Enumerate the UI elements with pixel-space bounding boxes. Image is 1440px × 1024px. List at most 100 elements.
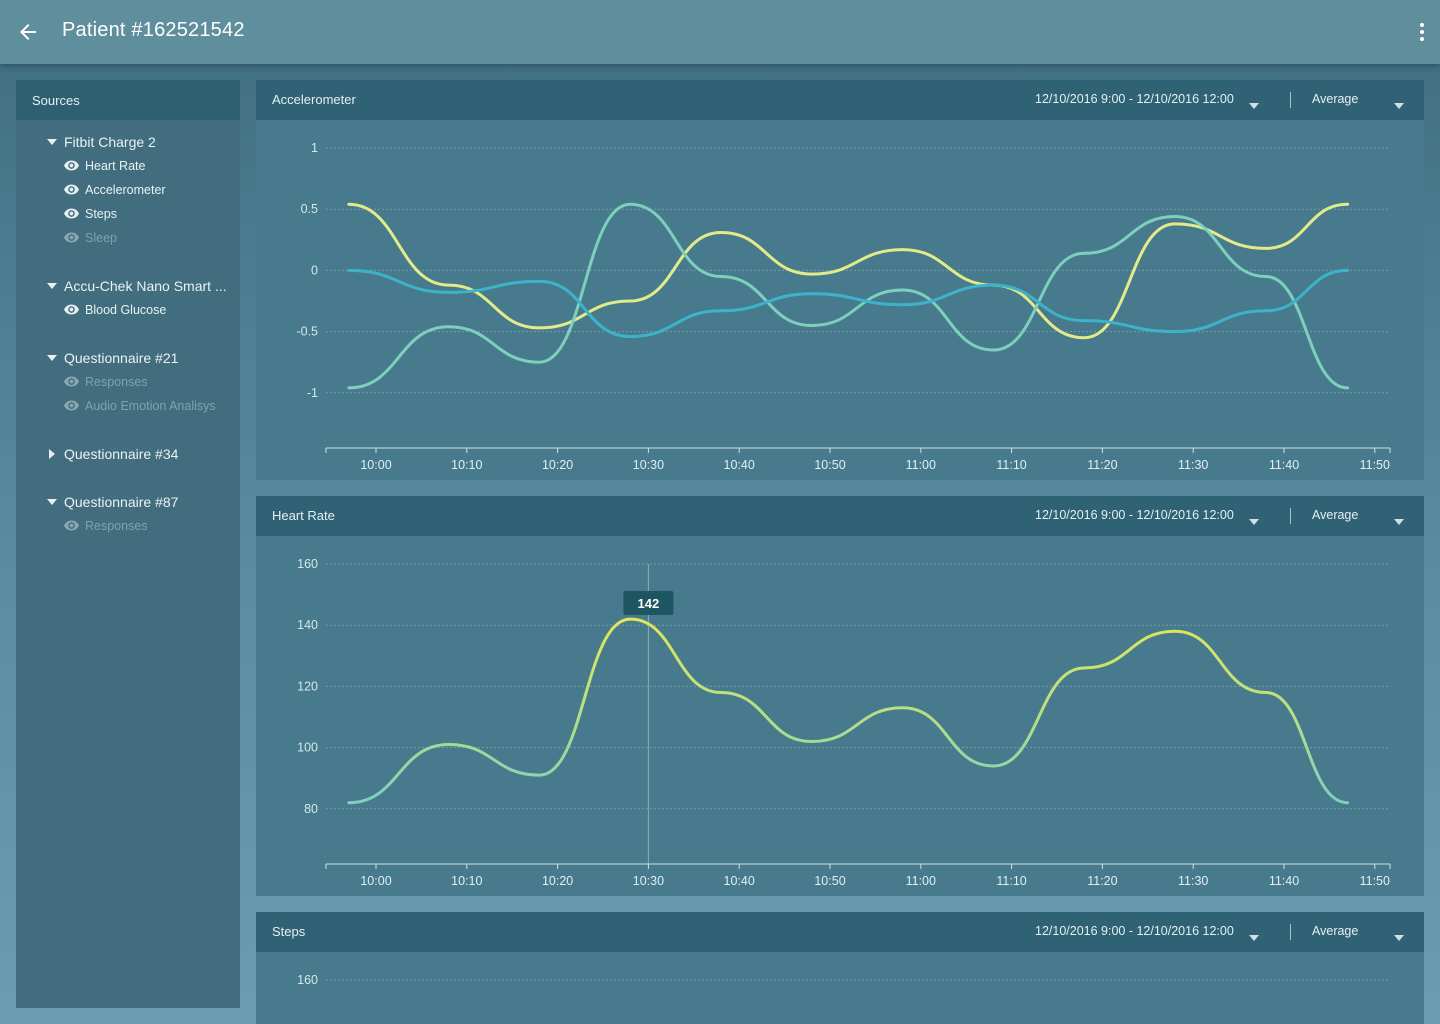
date-range-label: 12/10/2016 9:00 - 12/10/2016 12:00 [1035,508,1234,522]
source-group: Fitbit Charge 2 Heart Rate Accelerometer St… [16,130,240,250]
x-tick-label: 11:20 [1087,458,1117,472]
app-bar: Patient #162521542 [0,0,1440,64]
source-item[interactable]: Heart Rate [16,154,240,178]
series-line [347,268,1350,339]
source-group: Questionnaire #87 Responses [16,490,240,538]
source-item-label: Blood Glucose [85,303,167,317]
source-item-label: Sleep [85,231,117,245]
source-group-header[interactable]: Questionnaire #21 [16,346,240,370]
chart-panel: Heart Rate 12/10/2016 9:00 - 12/10/2016 1… [256,496,1424,896]
y-tick-label: 160 [297,973,318,987]
y-tick-label: 0.5 [301,202,318,216]
aggregation-label: Average [1312,924,1359,938]
y-tick-label: 140 [297,618,318,632]
source-item-label: Responses [85,519,148,533]
panel-header: Steps 12/10/2016 9:00 - 12/10/2016 12:00 A… [256,912,1424,952]
eye-icon[interactable] [64,520,80,532]
aggregation-label: Average [1312,508,1359,522]
x-tick-label: 11:40 [1269,874,1299,888]
x-tick-label: 10:00 [360,874,391,888]
source-item[interactable]: Sleep [16,226,240,250]
sidebar-header: Sources [16,80,240,120]
chart-panel: Accelerometer 12/10/2016 9:00 - 12/10/201… [256,80,1424,480]
source-item-label: Responses [85,375,148,389]
source-group-header[interactable]: Questionnaire #34 [16,442,240,466]
tooltip-label: 142 [638,596,660,611]
eye-icon[interactable] [64,304,80,316]
source-group-header[interactable]: Accu-Chek Nano Smart ... [16,274,240,298]
x-tick-label: 11:10 [996,874,1026,888]
x-tick-label: 11:30 [1178,874,1208,888]
x-tick-label: 11:20 [1087,874,1117,888]
dropdown-caret-icon[interactable] [1394,97,1404,109]
x-tick-label: 11:30 [1178,458,1208,472]
chart-panel: Steps 12/10/2016 9:00 - 12/10/2016 12:00 A… [256,912,1424,1024]
source-item[interactable]: Accelerometer [16,178,240,202]
chart-svg: 160 [297,973,1390,987]
header-divider [1290,92,1291,108]
panel-header: Accelerometer 12/10/2016 9:00 - 12/10/201… [256,80,1424,120]
source-group-header[interactable]: Fitbit Charge 2 [16,130,240,154]
caret-down-icon[interactable] [44,278,60,294]
caret-down-icon[interactable] [44,494,60,510]
x-tick-label: 11:50 [1360,874,1390,888]
y-tick-label: -0.5 [296,325,318,339]
panel-title: Heart Rate [272,508,335,523]
x-tick-label: 10:00 [360,458,391,472]
eye-icon[interactable] [64,184,80,196]
source-item[interactable]: Responses [16,370,240,394]
panel-header: Heart Rate 12/10/2016 9:00 - 12/10/2016 1… [256,496,1424,536]
dropdown-caret-icon[interactable] [1249,929,1259,941]
source-group-label: Questionnaire #34 [64,446,179,462]
x-tick-label: 11:40 [1269,458,1299,472]
eye-icon[interactable] [64,400,80,412]
y-tick-label: 100 [297,741,318,755]
x-tick-label: 10:30 [633,874,664,888]
source-group-label: Fitbit Charge 2 [64,134,156,150]
source-item-label: Steps [85,207,117,221]
dropdown-caret-icon[interactable] [1394,929,1404,941]
source-item-label: Audio Emotion Analisys [85,399,216,413]
caret-down-icon[interactable] [44,134,60,150]
x-tick-label: 10:10 [451,458,482,472]
source-item[interactable]: Responses [16,514,240,538]
x-tick-label: 10:20 [542,874,573,888]
x-tick-label: 10:10 [451,874,482,888]
x-tick-label: 11:10 [996,458,1026,472]
caret-right-icon[interactable] [44,446,60,462]
date-range-label: 12/10/2016 9:00 - 12/10/2016 12:00 [1035,92,1234,106]
panel-title: Steps [272,924,306,939]
header-divider [1290,924,1291,940]
series-line [347,617,1350,805]
x-tick-label: 10:40 [724,874,755,888]
x-tick-label: 11:00 [906,874,936,888]
page-title: Patient #162521542 [62,19,245,41]
source-group-header[interactable]: Questionnaire #87 [16,490,240,514]
chart-svg: 1 0.5 0 -0.5 -1 10:00 10:10 10:20 10:30 10:40 10:5… [296,141,1391,472]
sources-sidebar: Sources Fitbit Charge 2 Heart Rate Acceler… [16,80,240,1008]
x-tick-label: 10:20 [542,458,573,472]
caret-down-icon[interactable] [44,350,60,366]
source-item-label: Heart Rate [85,159,146,173]
source-item[interactable]: Blood Glucose [16,298,240,322]
source-item[interactable]: Steps [16,202,240,226]
source-group-label: Accu-Chek Nano Smart ... [64,278,227,294]
x-tick-label: 10:50 [814,458,845,472]
date-range-label: 12/10/2016 9:00 - 12/10/2016 12:00 [1035,924,1234,938]
dropdown-caret-icon[interactable] [1249,513,1259,525]
x-tick-label: 10:30 [633,458,664,472]
header-divider [1290,508,1291,524]
eye-icon[interactable] [64,208,80,220]
eye-icon[interactable] [64,232,80,244]
back-arrow-icon[interactable] [16,20,40,44]
x-tick-label: 11:50 [1360,458,1390,472]
eye-icon[interactable] [64,160,80,172]
y-tick-label: 120 [297,679,318,693]
more-vert-icon[interactable] [1418,20,1426,44]
dropdown-caret-icon[interactable] [1394,513,1404,525]
chart-area: 160 [256,952,1424,1024]
dropdown-caret-icon[interactable] [1249,97,1259,109]
eye-icon[interactable] [64,376,80,388]
aggregation-label: Average [1312,92,1359,106]
source-item[interactable]: Audio Emotion Analisys [16,394,240,418]
